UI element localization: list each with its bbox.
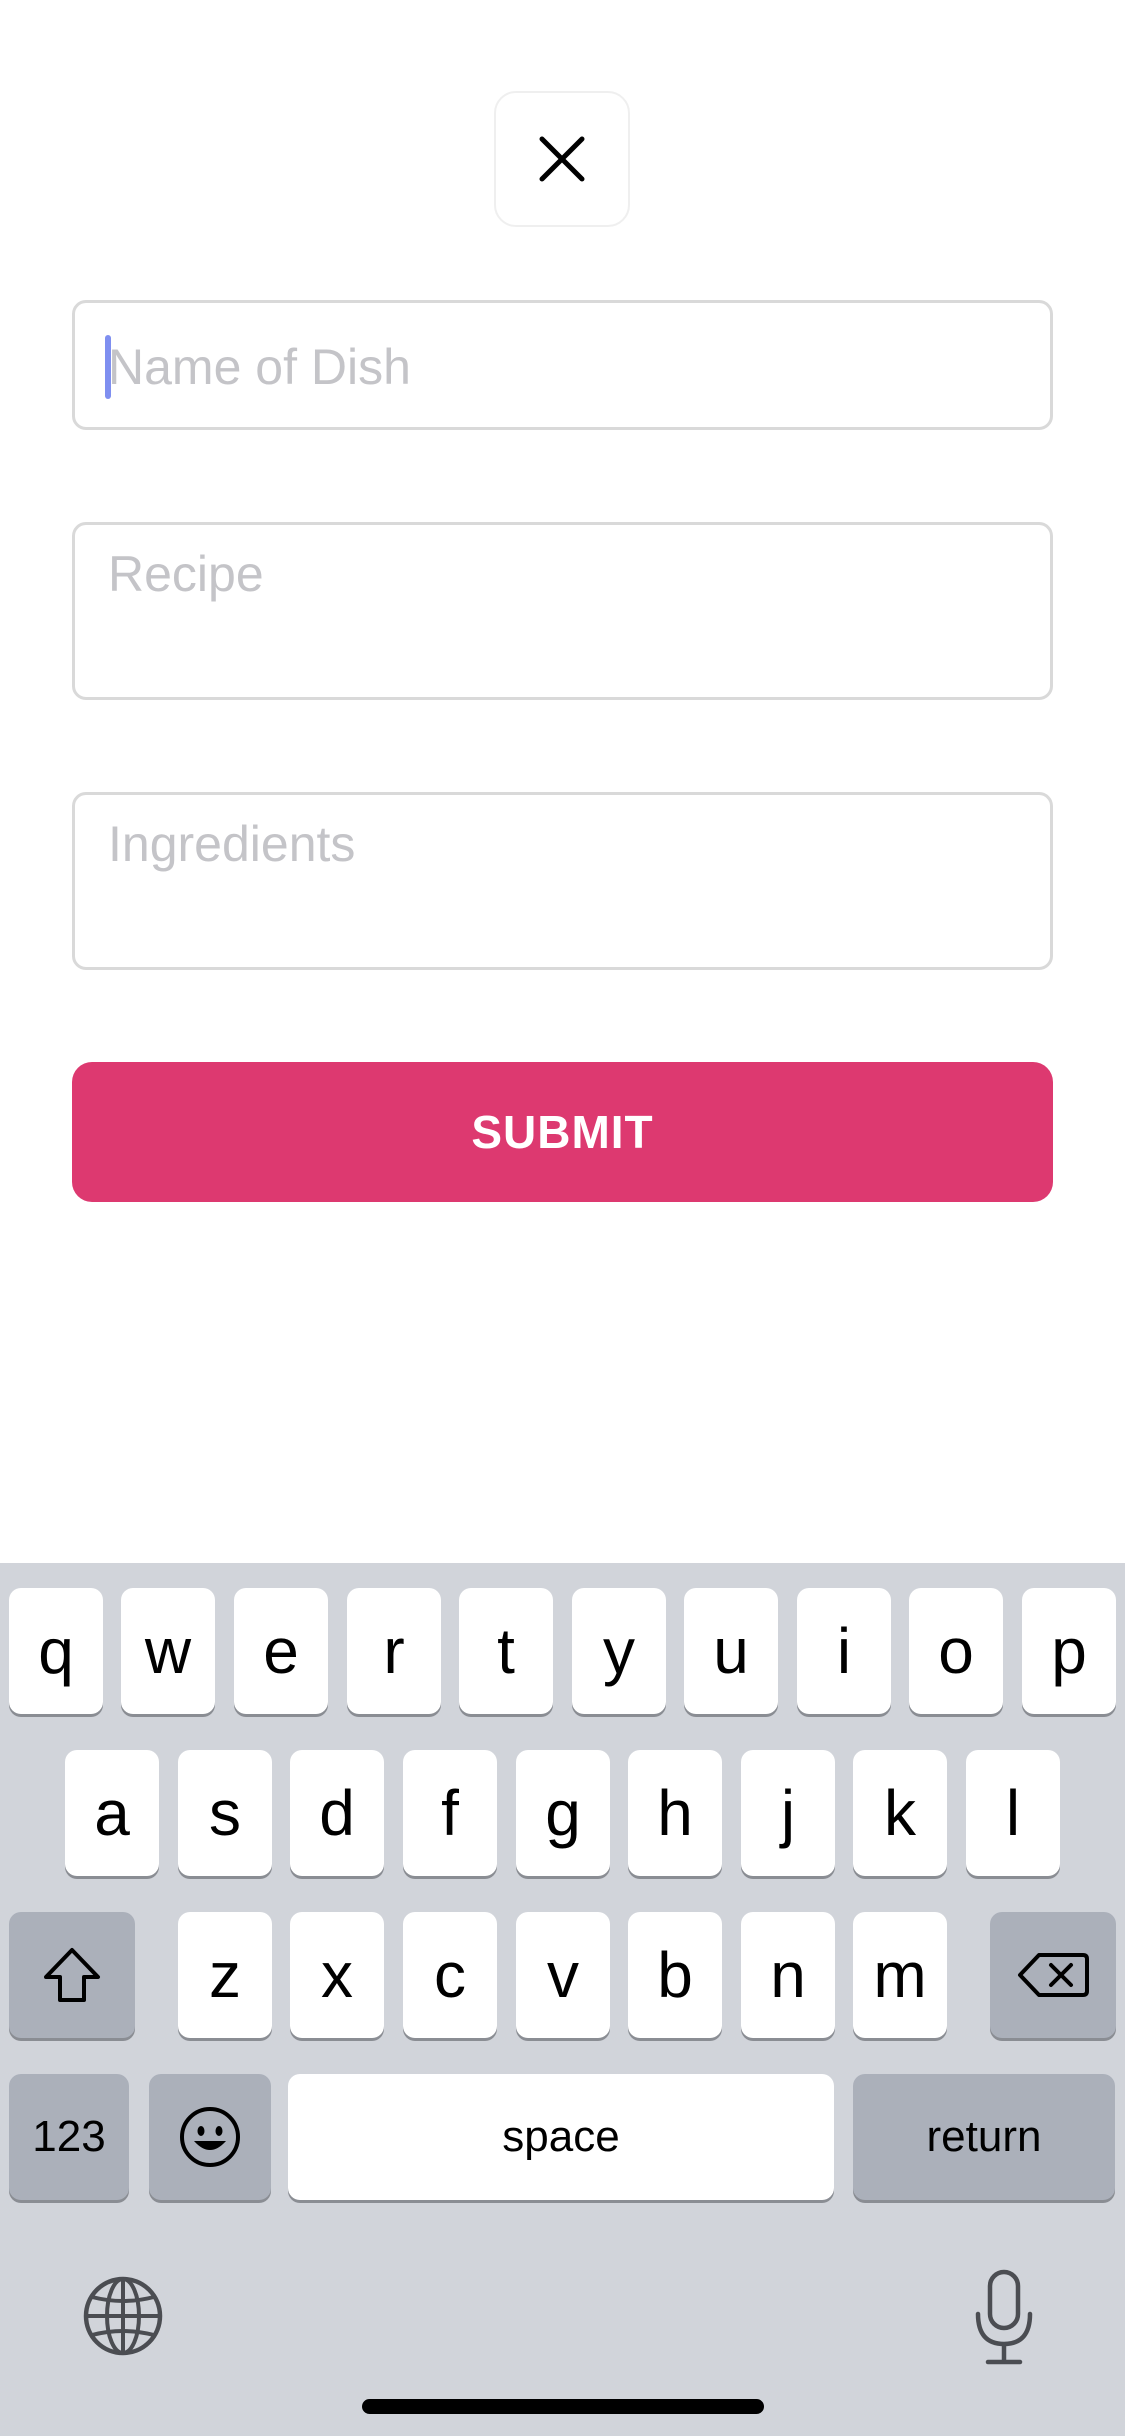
key-q[interactable]: q <box>9 1588 103 1714</box>
space-key[interactable]: space <box>288 2074 834 2200</box>
key-o[interactable]: o <box>909 1588 1003 1714</box>
dish-name-input[interactable]: Name of Dish <box>72 300 1053 430</box>
shift-key[interactable] <box>9 1912 135 2038</box>
key-s[interactable]: s <box>178 1750 272 1876</box>
delete-icon <box>1018 1953 1089 1997</box>
recipe-placeholder: Recipe <box>108 546 264 602</box>
emoji-key[interactable] <box>149 2074 271 2200</box>
key-k[interactable]: k <box>853 1750 947 1876</box>
key-u[interactable]: u <box>684 1588 778 1714</box>
globe-button[interactable] <box>78 2271 168 2361</box>
key-z[interactable]: z <box>178 1912 272 2038</box>
close-icon <box>539 136 585 182</box>
key-b[interactable]: b <box>628 1912 722 2038</box>
return-key[interactable]: return <box>853 2074 1115 2200</box>
emoji-icon <box>180 2107 240 2167</box>
submit-button[interactable]: SUBMIT <box>72 1062 1053 1202</box>
key-y[interactable]: y <box>572 1588 666 1714</box>
recipe-input[interactable]: Recipe <box>72 522 1053 700</box>
microphone-icon <box>975 2269 1033 2365</box>
key-h[interactable]: h <box>628 1750 722 1876</box>
home-indicator[interactable] <box>362 2399 764 2414</box>
keyboard: q w e r t y u i o p a s d f g h j k l z … <box>0 1563 1125 2436</box>
key-n[interactable]: n <box>741 1912 835 2038</box>
key-i[interactable]: i <box>797 1588 891 1714</box>
ingredients-input[interactable]: Ingredients <box>72 792 1053 970</box>
key-m[interactable]: m <box>853 1912 947 2038</box>
key-d[interactable]: d <box>290 1750 384 1876</box>
key-l[interactable]: l <box>966 1750 1060 1876</box>
dish-name-placeholder: Name of Dish <box>108 339 411 395</box>
key-p[interactable]: p <box>1022 1588 1116 1714</box>
key-g[interactable]: g <box>516 1750 610 1876</box>
key-e[interactable]: e <box>234 1588 328 1714</box>
key-t[interactable]: t <box>459 1588 553 1714</box>
numbers-key[interactable]: 123 <box>9 2074 129 2200</box>
key-x[interactable]: x <box>290 1912 384 2038</box>
microphone-button[interactable] <box>960 2263 1048 2373</box>
shift-icon <box>44 1948 100 2002</box>
delete-key[interactable] <box>990 1912 1116 2038</box>
key-w[interactable]: w <box>121 1588 215 1714</box>
key-j[interactable]: j <box>741 1750 835 1876</box>
close-button[interactable] <box>494 91 630 227</box>
key-f[interactable]: f <box>403 1750 497 1876</box>
screen: Name of Dish Recipe Ingredients SUBMIT q… <box>0 0 1125 2436</box>
key-r[interactable]: r <box>347 1588 441 1714</box>
submit-label: SUBMIT <box>471 1106 654 1158</box>
key-v[interactable]: v <box>516 1912 610 2038</box>
key-a[interactable]: a <box>65 1750 159 1876</box>
key-c[interactable]: c <box>403 1912 497 2038</box>
globe-icon <box>83 2276 163 2356</box>
ingredients-placeholder: Ingredients <box>108 816 356 872</box>
